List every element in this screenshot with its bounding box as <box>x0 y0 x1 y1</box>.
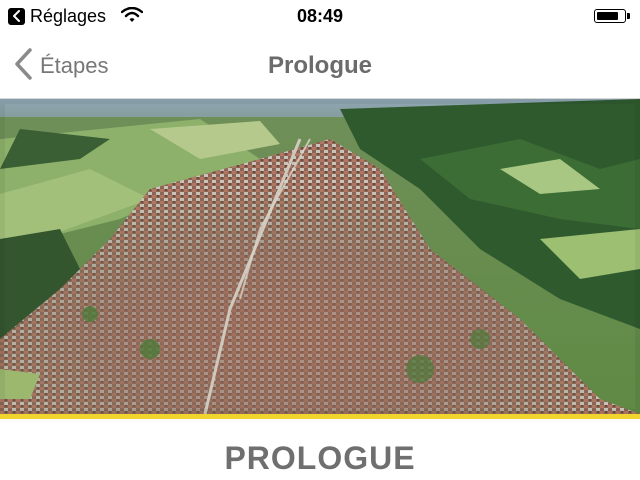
hero-image <box>0 99 640 414</box>
stage-heading: PROLOGUE <box>224 440 416 476</box>
aerial-town-photo <box>0 99 640 414</box>
navigation-bar: Étapes Prologue <box>0 32 640 99</box>
accent-stripe <box>0 414 640 419</box>
page-title: Prologue <box>267 52 372 79</box>
status-bar: Réglages 08:49 <box>0 0 640 32</box>
battery-icon <box>594 9 630 23</box>
status-time: 08:49 <box>296 6 344 26</box>
battery-level <box>597 12 618 20</box>
